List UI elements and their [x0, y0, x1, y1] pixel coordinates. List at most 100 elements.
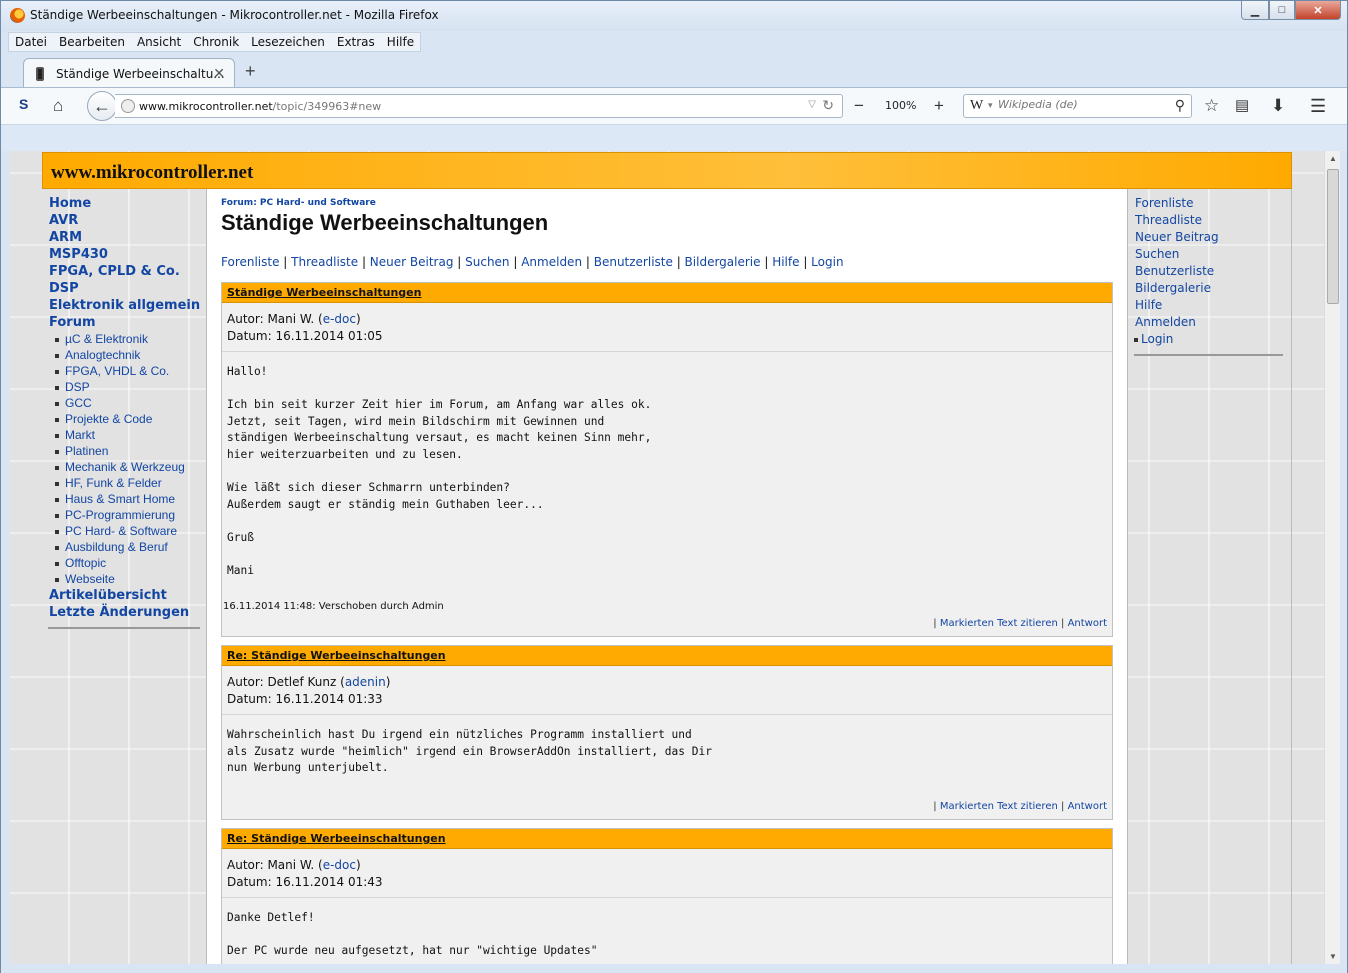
forum-item[interactable]: PC-Programmierung [54, 507, 206, 523]
url-bar[interactable]: www.mikrocontroller.net/topic/349963#new… [115, 94, 843, 118]
page-content: www.mikrocontroller.net Home AVR ARM MSP… [10, 151, 1324, 964]
forum-item[interactable]: Projekte & Code [54, 411, 206, 427]
forum-item[interactable]: Webseite [54, 571, 206, 587]
nav-dsp[interactable]: DSP [42, 280, 206, 297]
nav-letzte-aenderungen[interactable]: Letzte Änderungen [42, 604, 206, 621]
site-logo[interactable]: www.mikrocontroller.net [51, 162, 253, 184]
quote-link[interactable]: Markierten Text zitieren [940, 618, 1058, 629]
url-text: www.mikrocontroller.net/topic/349963#new [139, 100, 382, 113]
menu-datei[interactable]: Datei [9, 33, 53, 51]
rnav-bildergalerie[interactable]: Bildergalerie [1128, 280, 1291, 297]
menu-extras[interactable]: Extras [331, 33, 381, 51]
forum-item[interactable]: Ausbildung & Beruf [54, 539, 206, 555]
scroll-up-icon[interactable]: ▲ [1329, 154, 1337, 163]
link-neuer-beitrag[interactable]: Neuer Beitrag [370, 255, 454, 269]
link-anmelden[interactable]: Anmelden [521, 255, 582, 269]
rnav-benutzerliste[interactable]: Benutzerliste [1128, 263, 1291, 280]
left-navigation: Home AVR ARM MSP430 FPGA, CPLD & Co. DSP… [42, 189, 207, 964]
menu-ansicht[interactable]: Ansicht [131, 33, 187, 51]
forum-item[interactable]: Haus & Smart Home [54, 491, 206, 507]
breadcrumb[interactable]: Forum: PC Hard- und Software [221, 198, 376, 208]
search-bar[interactable]: W ▾ ⚲ [963, 94, 1192, 118]
rnav-forenliste[interactable]: Forenliste [1128, 195, 1291, 212]
menu-hilfe[interactable]: Hilfe [381, 33, 420, 51]
search-input[interactable] [998, 98, 1148, 111]
nav-avr[interactable]: AVR [42, 212, 206, 229]
new-tab-button[interactable]: + [245, 61, 256, 82]
menu-bar: Datei Bearbeiten Ansicht Chronik Lesezei… [8, 32, 422, 52]
forum-item[interactable]: Analogtechnik [54, 347, 206, 363]
addon-icon[interactable]: S [19, 96, 28, 112]
post-subject[interactable]: Re: Ständige Werbeeinschaltungen [222, 829, 1112, 849]
forum-item[interactable]: Markt [54, 427, 206, 443]
post-author-nick[interactable]: e-doc [323, 312, 356, 326]
reply-link[interactable]: Antwort [1068, 618, 1107, 629]
window-controls: ▁ □ ✕ [1241, 1, 1341, 20]
menu-chronik[interactable]: Chronik [187, 33, 245, 51]
link-threadliste[interactable]: Threadliste [291, 255, 358, 269]
zoom-in-button[interactable]: + [934, 96, 944, 116]
back-button[interactable]: ← [87, 91, 117, 121]
forum-item[interactable]: FPGA, VHDL & Co. [54, 363, 206, 379]
forum-item[interactable]: Platinen [54, 443, 206, 459]
nav-artikeluebersicht[interactable]: Artikelübersicht [42, 587, 206, 604]
engine-dropdown-icon[interactable]: ▾ [988, 100, 993, 111]
zoom-level[interactable]: 100% [885, 99, 916, 112]
nav-fpga[interactable]: FPGA, CPLD & Co. [42, 263, 206, 280]
menu-lesezeichen[interactable]: Lesezeichen [245, 33, 331, 51]
link-forenliste[interactable]: Forenliste [221, 255, 279, 269]
nav-elektronik[interactable]: Elektronik allgemein [42, 297, 206, 314]
forum-item[interactable]: HF, Funk & Felder [54, 475, 206, 491]
quote-link[interactable]: Markierten Text zitieren [940, 801, 1058, 812]
scrollbar-thumb[interactable] [1327, 169, 1339, 304]
rnav-suchen[interactable]: Suchen [1128, 246, 1291, 263]
nav-msp430[interactable]: MSP430 [42, 246, 206, 263]
forum-item[interactable]: GCC [54, 395, 206, 411]
hamburger-menu-icon[interactable]: ☰ [1310, 96, 1326, 117]
wikipedia-icon[interactable]: W [970, 98, 983, 114]
rnav-anmelden[interactable]: Anmelden [1128, 314, 1291, 331]
scroll-down-icon[interactable]: ▼ [1329, 952, 1337, 961]
link-bildergalerie[interactable]: Bildergalerie [685, 255, 761, 269]
downloads-icon[interactable]: ⬇ [1271, 96, 1285, 116]
forum-item[interactable]: Mechanik & Werkzeug [54, 459, 206, 475]
post-subject[interactable]: Re: Ständige Werbeeinschaltungen [222, 646, 1112, 666]
link-login[interactable]: Login [811, 255, 843, 269]
forum-item[interactable]: DSP [54, 379, 206, 395]
menu-bearbeiten[interactable]: Bearbeiten [53, 33, 131, 51]
bookmarks-menu-icon[interactable]: ▤ [1235, 96, 1249, 114]
link-benutzerliste[interactable]: Benutzerliste [594, 255, 673, 269]
vertical-scrollbar[interactable]: ▲ ▼ [1324, 151, 1340, 964]
reply-link[interactable]: Antwort [1068, 801, 1107, 812]
nav-home[interactable]: Home [42, 195, 206, 212]
post-author-nick[interactable]: adenin [345, 675, 386, 689]
window-title: Ständige Werbeeinschaltungen - Mikrocont… [30, 8, 439, 22]
bookmark-star-icon[interactable]: ☆ [1204, 96, 1219, 116]
zoom-out-button[interactable]: − [854, 96, 864, 116]
home-icon[interactable]: ⌂ [53, 96, 63, 116]
rnav-login[interactable]: Login [1128, 331, 1291, 348]
title-bar: Ständige Werbeeinschaltungen - Mikrocont… [1, 1, 1347, 31]
post-subject[interactable]: Ständige Werbeeinschaltungen [222, 283, 1112, 303]
minimize-button[interactable]: ▁ [1241, 1, 1269, 20]
rnav-hilfe[interactable]: Hilfe [1128, 297, 1291, 314]
maximize-button[interactable]: □ [1269, 1, 1295, 20]
rnav-neuer-beitrag[interactable]: Neuer Beitrag [1128, 229, 1291, 246]
tab-close-icon[interactable]: ✕ [213, 65, 225, 82]
tab-active[interactable]: Ständige Werbeeinschaltu... ✕ [23, 58, 235, 88]
link-hilfe[interactable]: Hilfe [772, 255, 799, 269]
close-window-button[interactable]: ✕ [1295, 1, 1341, 20]
divider [1134, 354, 1283, 356]
post-author-nick[interactable]: e-doc [323, 858, 356, 872]
nav-forum[interactable]: Forum [42, 314, 206, 331]
forum-item[interactable]: µC & Elektronik [54, 331, 206, 347]
search-icon[interactable]: ⚲ [1175, 97, 1185, 114]
globe-icon [121, 99, 135, 113]
link-suchen[interactable]: Suchen [465, 255, 509, 269]
reload-icon[interactable]: ↻ [822, 97, 834, 114]
rnav-threadliste[interactable]: Threadliste [1128, 212, 1291, 229]
forum-item[interactable]: PC Hard- & Software [54, 523, 206, 539]
forum-item[interactable]: Offtopic [54, 555, 206, 571]
url-dropdown-icon[interactable]: ▽ [808, 99, 816, 110]
nav-arm[interactable]: ARM [42, 229, 206, 246]
